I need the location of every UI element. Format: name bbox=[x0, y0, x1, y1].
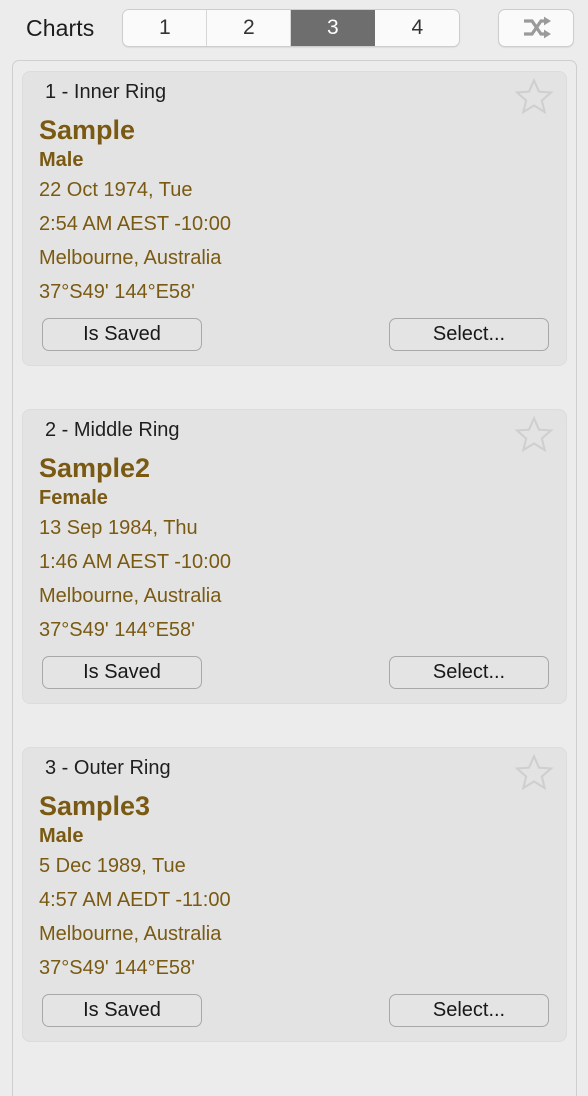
star-outline-icon[interactable] bbox=[514, 414, 554, 454]
card-birth-date: 5 Dec 1989, Tue bbox=[39, 854, 186, 877]
select-button[interactable]: Select... bbox=[389, 993, 549, 1027]
card-person-name: Sample2 bbox=[39, 452, 151, 483]
shuffle-icon bbox=[524, 16, 551, 39]
card-index-label: 2 - Middle Ring bbox=[45, 418, 180, 441]
segment-1[interactable]: 1 bbox=[123, 10, 208, 46]
card-birth-place: Melbourne, Australia bbox=[39, 246, 222, 269]
shuffle-button[interactable] bbox=[498, 9, 574, 47]
select-button[interactable]: Select... bbox=[389, 317, 549, 351]
star-outline-icon[interactable] bbox=[514, 752, 554, 792]
card-birth-date: 13 Sep 1984, Thu bbox=[39, 516, 198, 539]
card-actions: Is Saved Select... bbox=[37, 317, 552, 351]
chart-count-segmented-control[interactable]: 1 2 3 4 bbox=[122, 9, 461, 47]
card-header: 3 - Outer Ring bbox=[37, 753, 554, 792]
segment-3[interactable]: 3 bbox=[291, 10, 376, 46]
is-saved-button[interactable]: Is Saved bbox=[42, 655, 202, 689]
card-person-name: Sample3 bbox=[39, 790, 151, 821]
card-index-label: 1 - Inner Ring bbox=[45, 81, 167, 103]
card-birth-time: 4:57 AM AEDT -11:00 bbox=[39, 888, 231, 911]
card-header: 1 - Inner Ring bbox=[37, 77, 554, 116]
shuffle-arrow-bottom bbox=[544, 29, 551, 39]
card-actions: Is Saved Select... bbox=[37, 655, 552, 689]
chart-card[interactable]: 1 - Inner Ring Sample Male 22 Oct 1974, … bbox=[22, 71, 567, 366]
chart-card[interactable]: 2 - Middle Ring Sample2 Female 13 Sep 19… bbox=[22, 408, 567, 704]
card-birth-time: 1:46 AM AEST -10:00 bbox=[39, 550, 231, 573]
segment-2[interactable]: 2 bbox=[207, 10, 292, 46]
card-person-name: Sample bbox=[39, 115, 136, 145]
card-header: 2 - Middle Ring bbox=[37, 415, 554, 454]
card-birth-place: Melbourne, Australia bbox=[39, 922, 222, 945]
card-birth-place: Melbourne, Australia bbox=[39, 584, 222, 607]
card-person-sex: Female bbox=[39, 486, 108, 509]
chart-card[interactable]: 3 - Outer Ring Sample3 Male 5 Dec 1989, … bbox=[22, 746, 567, 1042]
select-button[interactable]: Select... bbox=[389, 655, 549, 689]
card-actions: Is Saved Select... bbox=[37, 993, 552, 1027]
card-person-sex: Male bbox=[39, 148, 84, 171]
card-index-label: 3 - Outer Ring bbox=[45, 756, 171, 779]
top-toolbar: Charts 1 2 3 4 bbox=[0, 0, 588, 56]
card-birth-time: 2:54 AM AEST -10:00 bbox=[39, 212, 231, 235]
card-birth-date: 22 Oct 1974, Tue bbox=[39, 178, 193, 201]
is-saved-button[interactable]: Is Saved bbox=[42, 317, 202, 351]
card-coordinates: 37°S49' 144°E58' bbox=[39, 280, 195, 303]
shuffle-arrow-top bbox=[544, 16, 551, 26]
star-outline-icon[interactable] bbox=[514, 76, 554, 116]
card-coordinates: 37°S49' 144°E58' bbox=[39, 618, 195, 641]
charts-list-panel: 1 - Inner Ring Sample Male 22 Oct 1974, … bbox=[12, 60, 577, 1096]
card-person-sex: Male bbox=[39, 824, 84, 847]
page-title: Charts bbox=[26, 14, 95, 41]
card-coordinates: 37°S49' 144°E58' bbox=[39, 956, 195, 979]
segment-4[interactable]: 4 bbox=[375, 10, 460, 46]
is-saved-button[interactable]: Is Saved bbox=[42, 993, 202, 1027]
